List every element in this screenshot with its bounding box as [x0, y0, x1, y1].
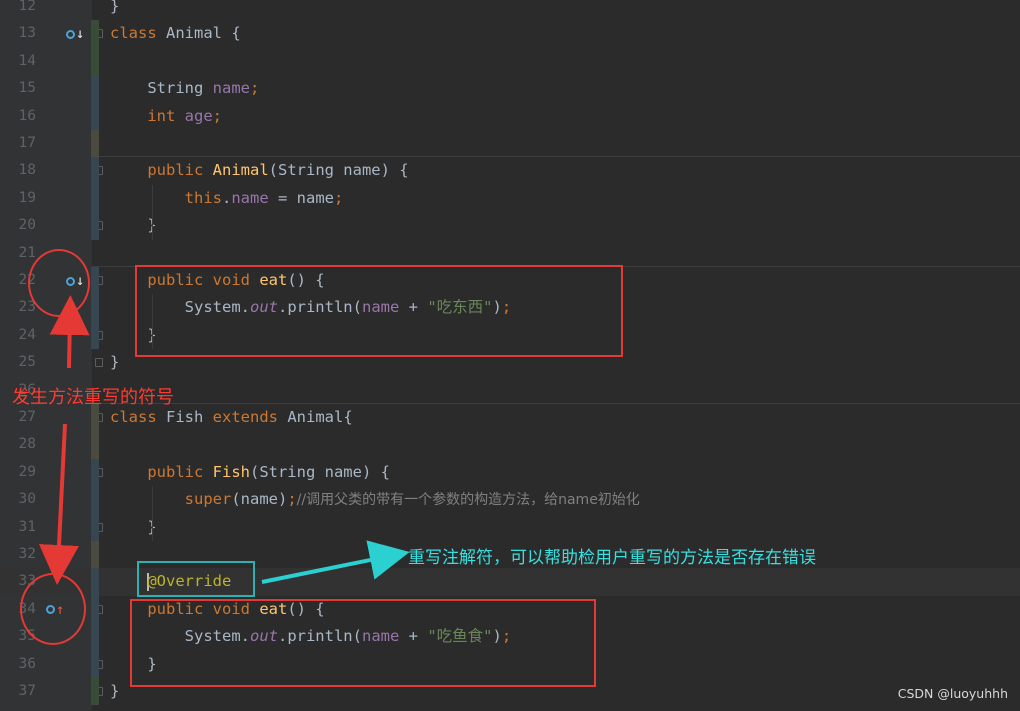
watermark: CSDN @luoyuhhh [897, 686, 1008, 701]
override-symbol-label: 发生方法重写的符号 [12, 387, 174, 408]
arrow-to-overriding-marker [39, 423, 79, 585]
arrow-to-override-annotation [261, 540, 410, 584]
override-annotation-label: 重写注解符，可以帮助检用户重写的方法是否存在错误 [408, 548, 816, 568]
arrow-to-overridden-marker [49, 295, 90, 369]
annotation-arrows [39, 295, 410, 585]
